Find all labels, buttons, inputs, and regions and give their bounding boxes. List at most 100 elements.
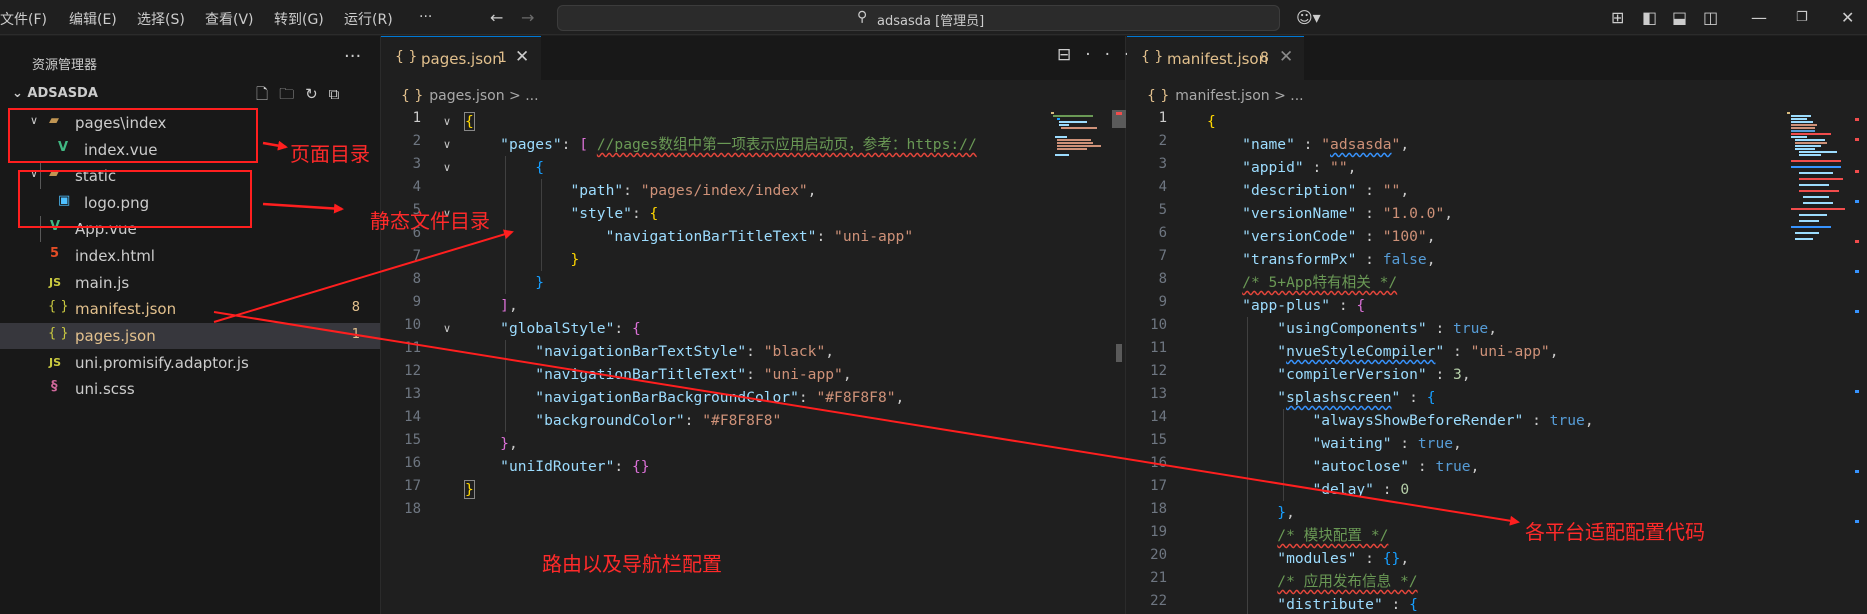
split-editor-icon[interactable]: ⊟ <box>1057 45 1085 65</box>
tree-file-main-js[interactable]: JS main.js <box>0 270 380 296</box>
breadcrumb-text: manifest.json > ... <box>1175 88 1304 104</box>
search-icon: ⚲ <box>857 9 868 25</box>
indent-guide <box>1247 317 1248 614</box>
menu-run[interactable]: 运行(R) <box>344 9 393 29</box>
line-number: 13 <box>404 386 421 402</box>
fold-chevron-icon[interactable]: ∨ <box>443 115 451 128</box>
command-center-search[interactable]: ⚲ adsasda [管理员] <box>557 5 1280 31</box>
explorer-more-button[interactable]: ··· <box>344 46 361 67</box>
menu-file[interactable]: 文件(F) <box>0 9 47 29</box>
code-area[interactable]: 1 2 3 4 5 6 7 8 9 10 11 12 13 14 15 16 1… <box>1127 110 1867 614</box>
code-line: } <box>570 251 580 268</box>
secondary-sidebar-icon[interactable]: ◫ <box>1703 8 1718 27</box>
code-line: "description" : "", <box>1242 182 1410 199</box>
code-line: "nvueStyleCompiler" : "uni-app", <box>1277 343 1559 360</box>
code-area[interactable]: 1 2 3 4 5 6 7 8 9 10 11 12 13 14 15 16 1… <box>381 110 1125 614</box>
line-number: 3 <box>1158 156 1167 172</box>
fold-chevron-icon[interactable]: ∨ <box>443 161 451 174</box>
line-number: 10 <box>404 317 421 333</box>
tab-label: manifest.json <box>1167 50 1269 68</box>
line-number: 11 <box>404 340 421 356</box>
collapse-all-icon[interactable]: ⧉ <box>329 85 351 103</box>
line-number: 17 <box>404 478 421 494</box>
minimap[interactable] <box>1787 110 1853 614</box>
annotation-page-dir: 页面目录 <box>290 142 370 166</box>
tree-item-label: manifest.json <box>75 300 177 318</box>
code-line: "modules" : {}, <box>1277 550 1410 567</box>
tree-file-uni-promisify-js[interactable]: JS uni.promisify.adaptor.js <box>0 350 380 376</box>
indent-guide <box>1283 409 1284 501</box>
copilot-icon[interactable]: ☺▾ <box>1296 8 1321 27</box>
new-folder-icon[interactable]: 🗀 <box>279 85 305 103</box>
tree-file-index-html[interactable]: 5 index.html <box>0 243 380 269</box>
chevron-down-icon: ⌄ <box>12 86 28 101</box>
code-line: "style": { <box>570 205 659 222</box>
editor-tab-bar: { } manifest.json 8 ✕ <box>1127 36 1867 80</box>
tree-item-label: uni.scss <box>75 380 135 398</box>
close-icon[interactable]: ✕ <box>515 47 529 67</box>
code-line: "backgroundColor": "#F8F8F8" <box>535 412 782 429</box>
line-number: 4 <box>412 179 421 195</box>
problem-count-badge: 8 <box>1260 50 1269 66</box>
vertical-scrollbar[interactable] <box>1853 110 1867 614</box>
annotation-static-dir: 静态文件目录 <box>370 209 490 233</box>
tree-item-label: main.js <box>75 274 130 292</box>
tree-file-pages-json[interactable]: { } pages.json 1 <box>0 323 380 349</box>
json-file-icon: { } <box>401 88 424 104</box>
tree-item-label: uni.promisify.adaptor.js <box>75 354 249 372</box>
code-line: "versionCode" : "100", <box>1242 228 1436 245</box>
sidebar-toggle-icon[interactable]: ◧ <box>1642 8 1657 27</box>
menu-go[interactable]: 转到(G) <box>274 9 324 29</box>
tab-manifest-json[interactable]: { } manifest.json 8 ✕ <box>1127 36 1304 80</box>
explorer-toolbar: 🗋🗀↻⧉ <box>256 84 350 109</box>
tree-file-manifest-json[interactable]: { } manifest.json 8 <box>0 296 380 322</box>
back-arrow-icon[interactable]: ← <box>490 8 503 27</box>
minimize-icon[interactable]: — <box>1751 8 1767 27</box>
project-header[interactable]: ⌄ ADSASDA <box>12 86 98 101</box>
restore-icon[interactable]: ❐ <box>1796 10 1808 25</box>
line-number: 19 <box>1150 524 1167 540</box>
layout-icon[interactable]: ⊞ <box>1611 8 1624 27</box>
annotation-box-static <box>18 170 252 228</box>
panel-toggle-icon[interactable]: ⬓ <box>1672 8 1687 27</box>
new-file-icon[interactable]: 🗋 <box>256 85 279 103</box>
tab-label: pages.json <box>421 50 502 68</box>
code-line: { <box>464 112 475 131</box>
code-line: "path": "pages/index/index", <box>570 182 817 199</box>
js-file-icon: JS <box>49 276 62 289</box>
code-line: "navigationBarBackgroundColor": "#F8F8F8… <box>535 389 905 406</box>
close-icon[interactable]: ✕ <box>1279 47 1293 67</box>
indent-guide <box>541 179 542 271</box>
close-icon[interactable]: ✕ <box>1841 8 1854 27</box>
line-number: 9 <box>412 294 421 310</box>
problem-count-badge: 1 <box>351 327 360 342</box>
forward-arrow-icon[interactable]: → <box>521 8 534 27</box>
tab-pages-json[interactable]: { } pages.json 1 ✕ <box>381 36 541 80</box>
breadcrumb[interactable]: { } pages.json > ... <box>401 88 539 104</box>
tree-file-uni-scss[interactable]: § uni.scss <box>0 376 380 402</box>
code-line: "name" : "adsasda", <box>1242 136 1410 153</box>
breadcrumb[interactable]: { } manifest.json > ... <box>1147 88 1304 104</box>
code-line: /* 模块配置 */ <box>1277 527 1389 544</box>
json-file-icon: { } <box>48 326 69 341</box>
annotation-router-nav: 路由以及导航栏配置 <box>542 552 722 576</box>
json-file-icon: { } <box>1141 49 1164 65</box>
line-number: 17 <box>1150 478 1167 494</box>
code-line: "delay" : 0 <box>1312 481 1410 498</box>
problem-count-badge: 1 <box>498 50 507 66</box>
menu-selection[interactable]: 选择(S) <box>137 9 185 29</box>
line-number: 7 <box>1158 248 1167 264</box>
code-line: }, <box>1277 504 1295 521</box>
code-line: "globalStyle": { <box>500 320 641 337</box>
menu-edit[interactable]: 编辑(E) <box>69 9 117 29</box>
html-file-icon: 5 <box>50 246 60 261</box>
minimap[interactable] <box>1051 110 1113 614</box>
fold-chevron-icon[interactable]: ∨ <box>443 138 451 151</box>
menu-view[interactable]: 查看(V) <box>205 9 254 29</box>
vertical-scrollbar[interactable] <box>1112 110 1126 614</box>
refresh-icon[interactable]: ↻ <box>305 85 329 103</box>
line-number: 11 <box>1150 340 1167 356</box>
fold-chevron-icon[interactable]: ∨ <box>443 322 451 335</box>
code-line: "app-plus" : { <box>1242 297 1366 314</box>
menu-more-button[interactable]: ··· <box>419 9 432 25</box>
